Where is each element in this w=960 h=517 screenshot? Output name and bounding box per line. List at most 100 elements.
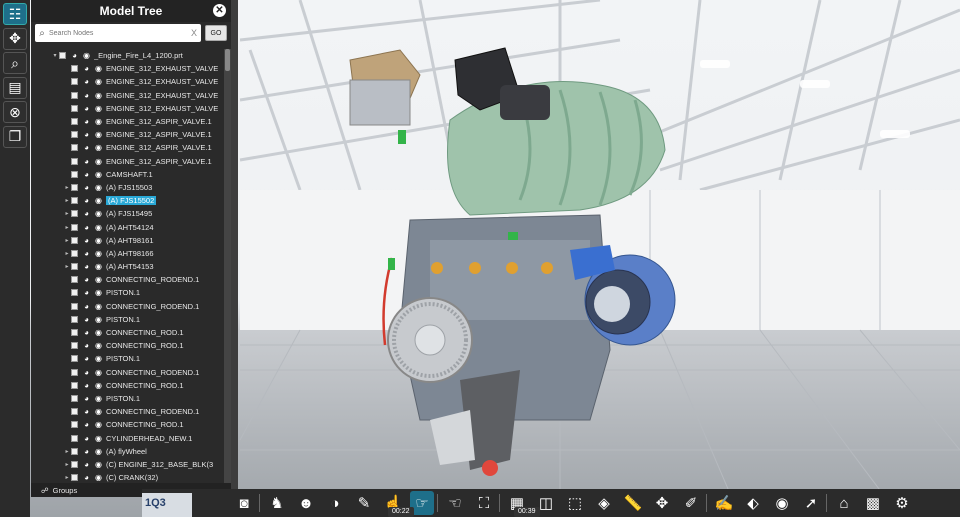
search-button[interactable]: ⌕ — [3, 52, 27, 74]
node-checkbox[interactable] — [71, 131, 78, 139]
markup-button[interactable]: ✍ — [712, 491, 736, 515]
node-checkbox[interactable] — [71, 355, 78, 363]
isolate-icon[interactable]: ◕ — [82, 117, 91, 126]
node-checkbox[interactable] — [71, 421, 78, 429]
node-checkbox[interactable] — [71, 408, 78, 416]
visibility-eye-icon[interactable]: ◉ — [94, 170, 103, 179]
isolate-icon[interactable]: ◕ — [82, 64, 91, 73]
tree-node[interactable]: ▸ ◕ ◉ (A) AHT54124 — [31, 220, 223, 233]
isolate-icon[interactable]: ◕ — [82, 288, 91, 297]
tree-node[interactable]: ▸ ◕ ◉ (A) flyWheel — [31, 445, 223, 458]
isolate-icon[interactable]: ◕ — [82, 143, 91, 152]
node-checkbox[interactable] — [71, 144, 78, 152]
close-all-button[interactable]: ⊗ — [3, 101, 27, 123]
isolate-icon[interactable]: ◕ — [82, 368, 91, 377]
isolate-icon[interactable]: ◕ — [82, 209, 91, 218]
tree-node[interactable]: ◕ ◉ ENGINE_312_EXHAUST_VALVE — [31, 75, 223, 88]
isolate-icon[interactable]: ◕ — [82, 104, 91, 113]
isolate-icon[interactable]: ◕ — [82, 407, 91, 416]
visibility-eye-icon[interactable]: ◉ — [94, 394, 103, 403]
node-checkbox[interactable] — [71, 183, 78, 191]
node-checkbox[interactable] — [71, 249, 78, 257]
tree-node[interactable]: ◕ ◉ CONNECTING_RODEND.1 — [31, 300, 223, 313]
go-button[interactable]: GO — [205, 25, 227, 41]
tree-node[interactable]: ◕ ◉ ENGINE_312_EXHAUST_VALVE — [31, 89, 223, 102]
select-cursor-button[interactable]: ➚ — [799, 491, 823, 515]
tree-scroll-thumb[interactable] — [225, 49, 230, 71]
tree-node[interactable]: ◕ ◉ CAMSHAFT.1 — [31, 168, 223, 181]
tree-node[interactable]: ◕ ◉ PISTON.1 — [31, 286, 223, 299]
tree-node[interactable]: ▸ ◕ ◉ (A) AHT98161 — [31, 234, 223, 247]
node-checkbox[interactable] — [71, 91, 78, 99]
home-button[interactable]: ⌂ — [832, 491, 856, 515]
visibility-eye-icon[interactable]: ◉ — [94, 302, 103, 311]
tree-scrollbar[interactable] — [224, 49, 231, 489]
isolate-icon[interactable]: ◕ — [82, 249, 91, 258]
move-button[interactable]: ✥ — [3, 27, 27, 50]
camera-button[interactable]: ◉ — [770, 491, 794, 515]
isolate-icon[interactable]: ◕ — [82, 130, 91, 139]
tag-button[interactable]: ⬖ — [741, 491, 765, 515]
node-checkbox[interactable] — [71, 104, 78, 112]
node-checkbox[interactable] — [71, 289, 78, 297]
expand-toggle-icon[interactable]: ▸ — [63, 474, 71, 481]
tree-node[interactable]: ◕ ◉ CONNECTING_RODEND.1 — [31, 273, 223, 286]
visibility-eye-icon[interactable]: ◉ — [94, 262, 103, 271]
search-input[interactable] — [49, 29, 191, 37]
isolate-icon[interactable]: ◕ — [82, 275, 91, 284]
pages-button[interactable]: ❐ — [3, 125, 27, 148]
expand-toggle-icon[interactable]: ▸ — [63, 197, 71, 204]
visibility-eye-icon[interactable]: ◉ — [82, 51, 91, 60]
node-checkbox[interactable] — [71, 447, 78, 455]
explode-button[interactable]: ◈ — [592, 491, 616, 515]
isolate-icon[interactable]: ◕ — [82, 196, 91, 205]
node-checkbox[interactable] — [71, 197, 78, 205]
expand-toggle-icon[interactable]: ▸ — [63, 263, 71, 270]
node-checkbox[interactable] — [71, 78, 78, 86]
node-checkbox[interactable] — [71, 315, 78, 323]
tree-node[interactable]: ▸ ◕ ◉ (A) FJS15502 — [31, 194, 223, 207]
tree-node[interactable]: ◕ ◉ ENGINE_312_EXHAUST_VALVE — [31, 62, 223, 75]
isolate-icon[interactable]: ◕ — [82, 77, 91, 86]
tree-node[interactable]: ▸ ◕ ◉ (C) ENGINE_312_BASE_BLK(3 — [31, 458, 223, 471]
isolate-icon[interactable]: ◕ — [82, 91, 91, 100]
expand-toggle-icon[interactable]: ▸ — [63, 448, 71, 455]
isolate-icon[interactable]: ◕ — [82, 394, 91, 403]
tree-node[interactable]: ▾ ◕ ◉ _Engine_Fire_L4_1200.prt — [31, 49, 223, 62]
node-checkbox[interactable] — [59, 52, 66, 60]
walk-button[interactable]: ♞ — [265, 491, 289, 515]
close-icon[interactable]: ✕ — [213, 4, 226, 17]
isolate-icon[interactable]: ◕ — [82, 236, 91, 245]
expand-toggle-icon[interactable]: ▸ — [63, 210, 71, 217]
tree-node[interactable]: ▸ ◕ ◉ (A) AHT98166 — [31, 247, 223, 260]
node-checkbox[interactable] — [71, 236, 78, 244]
node-checkbox[interactable] — [71, 474, 78, 482]
expand-toggle-icon[interactable]: ▸ — [63, 237, 71, 244]
visibility-eye-icon[interactable]: ◉ — [94, 460, 103, 469]
tree-node[interactable]: ◕ ◉ CONNECTING_ROD.1 — [31, 326, 223, 339]
isolate-icon[interactable]: ◕ — [82, 434, 91, 443]
visibility-eye-icon[interactable]: ◉ — [94, 77, 103, 86]
expand-toggle-icon[interactable]: ▸ — [63, 461, 71, 468]
visibility-eye-icon[interactable]: ◉ — [94, 117, 103, 126]
tree-node[interactable]: ◕ ◉ PISTON.1 — [31, 313, 223, 326]
panel-resize-handle[interactable] — [231, 0, 238, 497]
node-checkbox[interactable] — [71, 342, 78, 350]
users-button[interactable]: ☻ — [294, 491, 318, 515]
node-checkbox[interactable] — [71, 263, 78, 271]
node-checkbox[interactable] — [71, 381, 78, 389]
node-checkbox[interactable] — [71, 434, 78, 442]
view-person-button[interactable]: ◑ — [323, 491, 347, 515]
tree-node[interactable]: ▸ ◕ ◉ (A) FJS15503 — [31, 181, 223, 194]
select-touch-button[interactable]: ☜ — [443, 491, 467, 515]
node-checkbox[interactable] — [71, 276, 78, 284]
isolate-icon[interactable]: ◕ — [82, 223, 91, 232]
tree-node[interactable]: ◕ ◉ CONNECTING_RODEND.1 — [31, 366, 223, 379]
visibility-eye-icon[interactable]: ◉ — [94, 368, 103, 377]
isolate-icon[interactable]: ◕ — [82, 183, 91, 192]
settings-button[interactable]: ⚙ — [890, 491, 914, 515]
node-checkbox[interactable] — [71, 302, 78, 310]
info-button[interactable]: ▤ — [3, 76, 27, 99]
visibility-eye-icon[interactable]: ◉ — [94, 275, 103, 284]
tree-node[interactable]: ◕ ◉ ENGINE_312_ASPIR_VALVE.1 — [31, 155, 223, 168]
